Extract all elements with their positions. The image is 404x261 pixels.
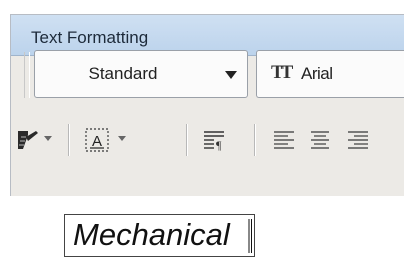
truetype-icon: TT bbox=[271, 62, 293, 83]
font-value: Arial bbox=[301, 64, 333, 83]
font-dropdown[interactable]: TT Arial bbox=[256, 50, 404, 98]
color-icon bbox=[18, 131, 38, 149]
style-dropdown[interactable]: Standard bbox=[34, 50, 248, 98]
paragraph-button[interactable]: ¶ bbox=[200, 108, 238, 172]
align-center-icon bbox=[311, 131, 329, 149]
paragraph-icon: ¶ bbox=[204, 131, 224, 152]
text-color-button[interactable] bbox=[14, 108, 54, 172]
mtext-editor[interactable]: Mechanical bbox=[64, 214, 255, 257]
align-left-icon bbox=[274, 131, 294, 149]
mtext-dropdown-icon: A bbox=[85, 128, 109, 152]
align-left-button[interactable] bbox=[268, 108, 302, 172]
svg-text:¶: ¶ bbox=[216, 138, 222, 152]
formatting-row: A ¶ bbox=[14, 108, 404, 172]
toolbar-grip[interactable] bbox=[24, 52, 30, 98]
chevron-down-icon[interactable] bbox=[225, 71, 237, 79]
editor-text: Mechanical bbox=[73, 217, 230, 252]
align-right-icon bbox=[348, 131, 368, 149]
text-cursor bbox=[251, 219, 252, 253]
align-right-button[interactable] bbox=[342, 108, 376, 172]
mtext-button[interactable]: A bbox=[80, 108, 134, 172]
align-center-button[interactable] bbox=[304, 108, 338, 172]
chevron-down-icon[interactable] bbox=[44, 136, 52, 141]
window-title: Text Formatting bbox=[31, 28, 149, 47]
text-cursor-shadow bbox=[248, 219, 250, 253]
style-value: Standard bbox=[88, 64, 158, 83]
chevron-down-icon[interactable] bbox=[118, 136, 126, 141]
